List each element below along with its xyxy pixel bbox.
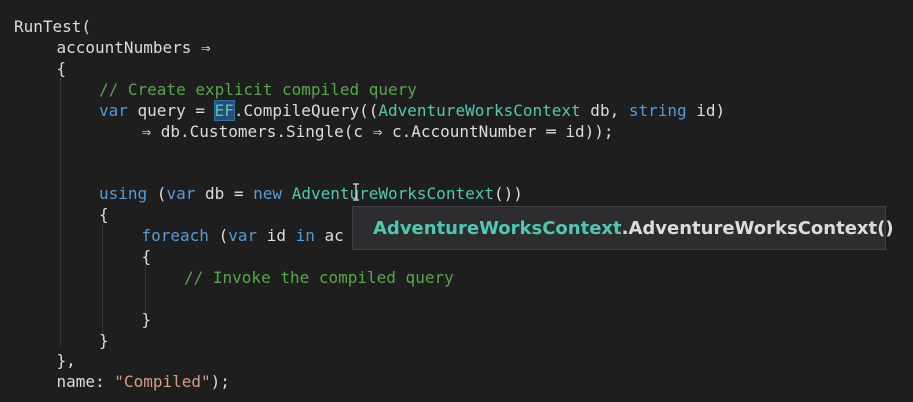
tooltip-member-signature: AdventureWorksContext()	[628, 217, 894, 239]
code-token: {	[56, 58, 67, 78]
code-token: );	[210, 372, 230, 392]
tooltip-separator: .	[621, 217, 629, 239]
code-token: name:	[56, 372, 115, 392]
code-editor[interactable]: RunTest(accountNumbers ⇒{// Create expli…	[0, 0, 913, 402]
tooltip-type-name: AdventureWorksContext	[373, 217, 622, 239]
code-token: using	[99, 184, 148, 204]
code-line[interactable]: ⇒ db.Customers.Single(c ⇒ c.AccountNumbe…	[142, 121, 614, 142]
code-token: (	[147, 184, 167, 204]
code-line[interactable]: using (var db = new AdventureWorksContex…	[99, 183, 523, 204]
code-token: (	[208, 226, 229, 245]
code-line[interactable]: }	[99, 330, 109, 351]
code-token: AdventureWorksContext	[378, 100, 581, 120]
code-token: RunTest(	[14, 17, 92, 36]
code-line[interactable]: accountNumbers ⇒	[57, 37, 211, 58]
code-token: var	[228, 226, 258, 245]
code-token: foreach	[141, 226, 209, 245]
code-line[interactable]: {	[99, 204, 109, 225]
code-token: {	[99, 205, 109, 225]
code-line[interactable]: name: "Compiled");	[57, 371, 230, 392]
code-token: string	[628, 100, 687, 120]
code-token: "Compiled"	[114, 372, 211, 392]
code-token: db =	[195, 184, 254, 204]
code-token: new	[253, 184, 283, 204]
code-line[interactable]: }	[142, 309, 152, 330]
code-line[interactable]: // Create explicit compiled query	[99, 79, 417, 100]
code-token: // Invoke the compiled query	[184, 267, 454, 287]
code-token: {	[141, 246, 152, 266]
code-token: AdventureWorksContext	[291, 184, 494, 204]
code-token: var	[166, 184, 196, 204]
code-token: .CompileQuery((	[233, 100, 379, 120]
indent-guide	[60, 78, 61, 348]
code-line[interactable]: foreach (var id in ac	[142, 225, 344, 246]
code-line[interactable]: {	[142, 246, 152, 267]
code-token: },	[56, 351, 76, 371]
code-token: ⇒ db.Customers.Single(c ⇒ c.AccountNumbe…	[141, 121, 614, 141]
code-token: in	[295, 226, 315, 245]
code-token: // Create explicit compiled query	[99, 79, 417, 99]
code-line[interactable]: // Invoke the compiled query	[184, 267, 454, 288]
selected-token: EF	[213, 99, 235, 121]
code-token: }	[99, 330, 109, 350]
code-token: var	[99, 100, 128, 120]
code-line[interactable]: {	[57, 58, 67, 79]
code-line[interactable]: RunTest(	[14, 16, 91, 37]
code-token: ())	[493, 184, 523, 204]
code-token: db,	[580, 100, 629, 120]
code-token: ac	[314, 226, 344, 245]
code-line[interactable]: var query = EF.CompileQuery((AdventureWo…	[99, 99, 726, 121]
code-token: accountNumbers ⇒	[56, 37, 211, 57]
intellisense-tooltip[interactable]: AdventureWorksContext. AdventureWorksCont…	[352, 206, 894, 250]
code-line[interactable]: },	[57, 350, 76, 371]
code-token: id	[257, 226, 296, 245]
code-token: query =	[127, 100, 215, 120]
text-cursor-icon	[353, 183, 359, 201]
code-token: }	[141, 309, 152, 329]
code-token: id)	[686, 100, 726, 120]
indent-guide	[102, 225, 103, 340]
